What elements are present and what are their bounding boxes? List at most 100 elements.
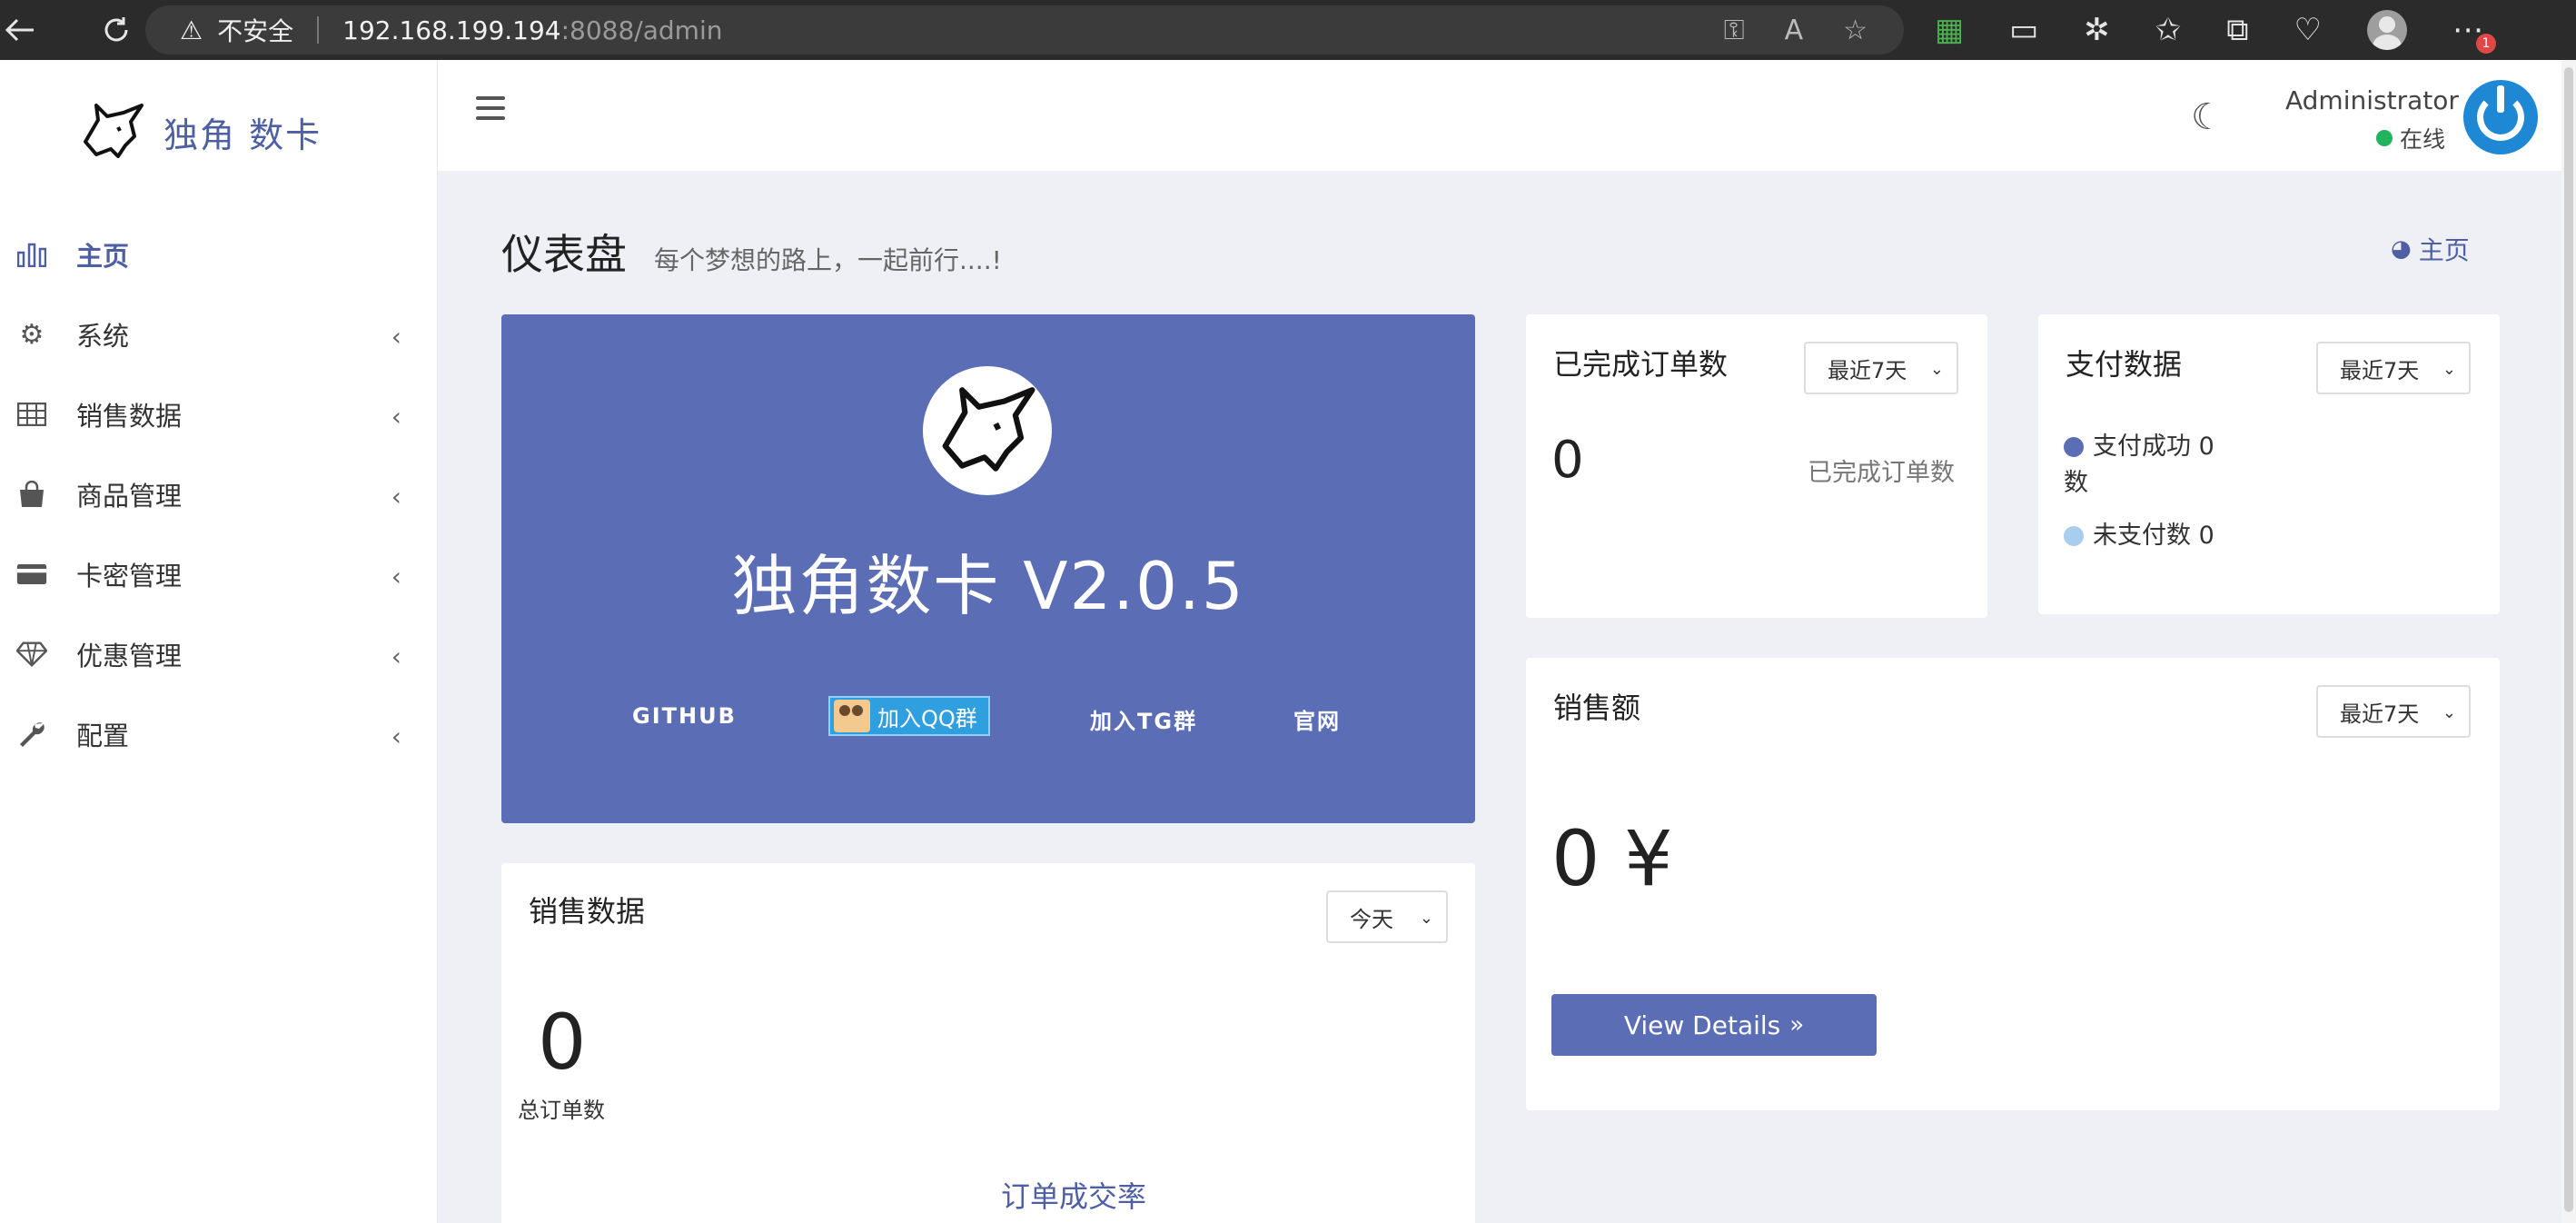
address-bar[interactable]: ⚠ 不安全 192.168.199.194 :8088/admin ⚿ A ☆ [145, 5, 1904, 55]
reader-icon[interactable]: ▭ [2009, 12, 2038, 48]
more-menu-icon[interactable]: ⋯ 1 [2452, 12, 2497, 54]
dashboard-gauge-icon: ◕ [2391, 235, 2412, 263]
online-dot-icon [2376, 130, 2393, 146]
menu-toggle-icon[interactable] [476, 96, 505, 120]
total-orders-label: 总订单数 [518, 1098, 605, 1123]
legend-paid-label: 支付成功 0 [2093, 433, 2214, 461]
official-site-link[interactable]: 官网 [1293, 703, 1341, 735]
logout-power-icon[interactable] [2463, 80, 2538, 154]
sidebar-item-products[interactable]: 商品管理 ‹ [0, 454, 438, 534]
chevron-left-icon: ‹ [391, 641, 401, 671]
completed-orders-label: 已完成订单数 [1808, 459, 1955, 487]
order-conversion-rate-link[interactable]: 订单成交率 [1001, 1174, 1146, 1216]
browser-toolbar: ▦ ▭ ✲ ✩ ⧉ ♡ ⋯ 1 [1935, 0, 2497, 60]
date-range-select[interactable]: 今天 ⌄ [1326, 890, 1448, 943]
date-range-select[interactable]: 最近7天 ⌄ [2316, 685, 2471, 738]
completed-orders-value: 0 [1551, 431, 1584, 490]
view-details-label: View Details [1623, 1009, 1781, 1040]
sales-data-card: 销售数据 今天 ⌄ 0 总订单数 订单成交率 [501, 863, 1475, 1223]
hero-links: GITHUB 加入QQ群 加入TG群 官网 [501, 694, 1475, 740]
sidebar-item-cards[interactable]: 卡密管理 ‹ [0, 534, 438, 614]
sales-amount-value: 0 ¥ [1551, 814, 1673, 903]
completed-orders-card: 已完成订单数 最近7天 ⌄ 0 已完成订单数 [1526, 314, 1987, 618]
table-icon [16, 399, 47, 430]
user-status-label: 在线 [2400, 126, 2446, 153]
page-scrollbar[interactable] [2561, 60, 2576, 1223]
chevron-down-icon: ⌄ [2442, 703, 2456, 722]
gear-icon: ⚙ [19, 318, 45, 351]
reload-button[interactable] [96, 10, 136, 50]
scrollbar-thumb[interactable] [2564, 67, 2573, 1212]
dark-mode-moon-icon[interactable]: ☾ [2191, 96, 2224, 138]
legend-dot [2064, 526, 2084, 546]
extensions-puzzle-icon[interactable]: ✲ [2084, 12, 2110, 48]
favorites-icon[interactable]: ✩ [2155, 12, 2182, 48]
join-tg-link[interactable]: 加入TG群 [1090, 703, 1197, 735]
collections-icon[interactable]: ⧉ [2226, 12, 2248, 48]
sidebar-item-coupons[interactable]: 优惠管理 ‹ [0, 614, 438, 694]
unicorn-logo-icon [84, 104, 144, 158]
sales-amount-card: 销售额 最近7天 ⌄ 0 ¥ View Details » [1526, 658, 2500, 1110]
chevron-left-icon: ‹ [391, 322, 401, 352]
legend-dot [2064, 437, 2084, 457]
total-orders-value: 0 [538, 998, 587, 1087]
key-icon[interactable]: ⚿ [1724, 15, 1745, 46]
page-title: 仪表盘 [501, 230, 627, 279]
chevron-down-icon: ⌄ [2442, 360, 2456, 379]
sidebar-item-label: 销售数据 [76, 401, 183, 432]
chevron-down-icon: ⌄ [1929, 360, 1944, 379]
select-value: 最近7天 [2340, 701, 2420, 727]
read-aloud-icon[interactable]: A [1785, 15, 1804, 46]
join-qq-button[interactable]: 加入QQ群 [828, 696, 990, 736]
sidebar-item-label: 配置 [76, 721, 130, 751]
date-range-select[interactable]: 最近7天 ⌄ [1804, 342, 1958, 394]
card-title: 销售额 [1553, 691, 1641, 725]
chevron-down-icon: ⌄ [1419, 909, 1433, 928]
sidebar-item-config[interactable]: 配置 ‹ [0, 694, 438, 774]
shopping-bag-icon [16, 479, 47, 510]
card-title: 已完成订单数 [1553, 347, 1729, 382]
chevron-left-icon: ‹ [391, 562, 401, 592]
user-status: 在线 [2376, 122, 2445, 154]
health-icon[interactable]: ♡ [2294, 12, 2322, 48]
breadcrumb[interactable]: ◕ 主页 [2391, 231, 2470, 267]
chevron-left-icon: ‹ [391, 402, 401, 432]
url-host: 192.168.199.194 [342, 15, 561, 45]
date-range-select[interactable]: 最近7天 ⌄ [2316, 342, 2471, 394]
legend-unpaid-label: 未支付数 0 [2093, 522, 2214, 550]
breadcrumb-home: 主页 [2418, 235, 2470, 265]
favorite-star-icon[interactable]: ☆ [1843, 15, 1868, 46]
legend-unpaid: 未支付数 0 [2064, 518, 2214, 554]
github-link[interactable]: GITHUB [632, 703, 737, 729]
legend-paid-label-wrap: 数 [2064, 469, 2088, 497]
credit-card-icon [16, 559, 47, 590]
profile-avatar-icon[interactable] [2367, 10, 2408, 50]
address-separator [317, 16, 320, 44]
sidebar-item-system[interactable]: ⚙ 系统 ‹ [0, 294, 438, 374]
address-bar-icons: ⚿ A ☆ [1724, 5, 1868, 55]
chevron-left-icon: ‹ [391, 721, 401, 751]
sidebar-item-label: 系统 [76, 321, 130, 352]
sidebar-item-sales-data[interactable]: 销售数据 ‹ [0, 374, 438, 454]
view-details-button[interactable]: View Details » [1551, 994, 1877, 1056]
wrench-icon [16, 719, 47, 750]
page-subtitle: 每个梦想的路上，一起前行....! [654, 245, 1002, 275]
qr-extension-icon[interactable]: ▦ [1935, 12, 1964, 48]
chevron-left-icon: ‹ [391, 482, 401, 512]
browser-chrome: ⚠ 不安全 192.168.199.194 :8088/admin ⚿ A ☆ … [0, 0, 2576, 60]
notification-badge: 1 [2476, 34, 2497, 54]
select-value: 最近7天 [1828, 357, 1907, 383]
hero-card: 独角数卡 V2.0.5 GITHUB 加入QQ群 加入TG群 官网 [501, 314, 1475, 823]
diamond-icon [16, 639, 47, 670]
sidebar-menu: 主页 ⚙ 系统 ‹ 销售数据 ‹ 商品管理 ‹ 卡密管理 ‹ 优惠管理 ‹ 配置… [0, 214, 438, 774]
select-value: 最近7天 [2340, 357, 2420, 383]
user-name[interactable]: Administrator [2285, 85, 2459, 115]
sidebar-item-label: 主页 [76, 241, 130, 272]
sidebar: 独角 数卡 主页 ⚙ 系统 ‹ 销售数据 ‹ 商品管理 ‹ 卡密管理 ‹ 优惠管… [0, 60, 438, 1223]
double-chevron-right-icon: » [1789, 1011, 1805, 1039]
qq-group-icon [834, 700, 870, 732]
sidebar-item-home[interactable]: 主页 [0, 214, 438, 294]
brand-logo[interactable]: 独角 数卡 [78, 100, 322, 164]
sidebar-item-label: 优惠管理 [76, 641, 183, 671]
back-button[interactable] [0, 10, 40, 50]
